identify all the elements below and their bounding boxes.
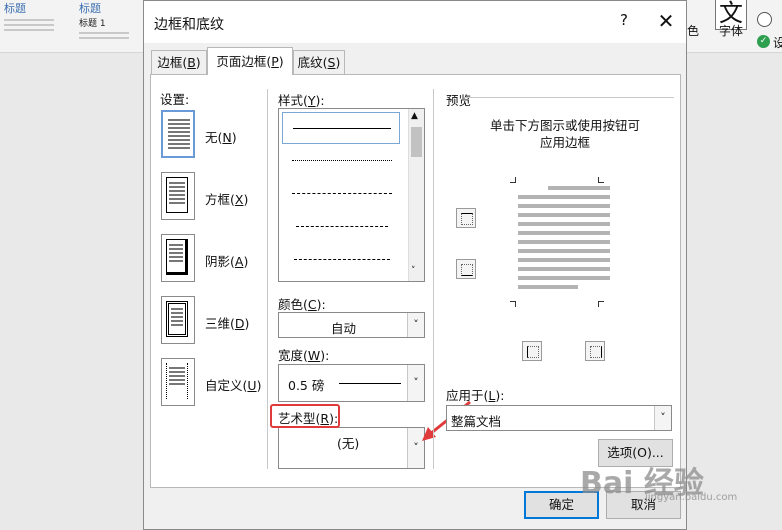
tab-borders[interactable]: 边框(B) bbox=[151, 50, 207, 74]
divider-left bbox=[267, 89, 268, 469]
setting-custom-thumbnail[interactable] bbox=[161, 358, 195, 406]
setting-custom-label[interactable]: 自定义(U) bbox=[205, 375, 261, 394]
setting-none-thumbnail[interactable] bbox=[161, 110, 195, 158]
style-gallery-item[interactable]: 标题 标题 1 bbox=[75, 0, 133, 50]
radio-icon[interactable] bbox=[757, 12, 772, 27]
tab-label: 边框 bbox=[157, 55, 183, 70]
dialog-title: 边框和底纹 bbox=[154, 17, 224, 33]
apply-to-label: 应用于(L): bbox=[446, 388, 505, 403]
borders-and-shading-dialog: 边框和底纹 ? ✕ 边框(B) 页面边框(P) 底纹(S) 设置: 无(N) 方… bbox=[143, 0, 687, 530]
apply-to-value: 整篇文档 bbox=[451, 414, 502, 429]
setting-box-label[interactable]: 方框(X) bbox=[205, 189, 248, 208]
tab-key: B bbox=[187, 55, 196, 70]
line-style-fine-dash[interactable] bbox=[282, 178, 400, 210]
chevron-down-icon[interactable]: ˅ bbox=[654, 406, 671, 430]
tab-page-border[interactable]: 页面边框(P) bbox=[207, 47, 293, 75]
preview-heading: 预览 bbox=[446, 93, 472, 108]
dialog-titlebar: 边框和底纹 ? ✕ bbox=[144, 1, 686, 43]
doc-heading: 标题 1 bbox=[79, 19, 106, 29]
chevron-down-icon[interactable]: ˅ bbox=[407, 365, 424, 401]
preview-heading-rule bbox=[464, 97, 674, 98]
style-label: 样式(Y): bbox=[278, 93, 325, 108]
color-dropdown[interactable]: 自动 ˅ bbox=[278, 312, 425, 338]
setting-none-label[interactable]: 无(N) bbox=[205, 127, 237, 146]
style-name: 标题 bbox=[4, 2, 26, 15]
art-dropdown[interactable]: (无) ˅ bbox=[278, 427, 425, 469]
preview-page[interactable] bbox=[510, 177, 610, 307]
font-label[interactable]: 字体 bbox=[719, 22, 743, 39]
tab-label: 页面边框 bbox=[216, 54, 267, 69]
line-style-dash[interactable] bbox=[282, 211, 400, 243]
tab-shading[interactable]: 底纹(S) bbox=[293, 50, 345, 74]
style-list-scrollbar[interactable]: ▲ ˅ bbox=[408, 109, 424, 281]
width-line-sample bbox=[339, 383, 401, 384]
chevron-down-icon[interactable]: ˅ bbox=[407, 313, 424, 337]
line-style-list[interactable]: ▲ ˅ bbox=[278, 108, 425, 282]
left-border-button[interactable] bbox=[522, 341, 542, 361]
art-value: (无) bbox=[337, 436, 360, 451]
line-style-solid[interactable] bbox=[282, 112, 400, 144]
width-label: 宽度(W): bbox=[278, 348, 330, 363]
check-label: 设 bbox=[773, 36, 782, 50]
close-icon[interactable]: ✕ bbox=[654, 9, 678, 33]
width-dropdown[interactable]: 0.5 磅 ˅ bbox=[278, 364, 425, 402]
tab-label: 底纹 bbox=[297, 55, 323, 70]
tab-key: S bbox=[327, 55, 336, 70]
watermark-url: jingyan.baidu.com bbox=[645, 492, 738, 503]
check-icon: ✓ bbox=[757, 35, 770, 48]
settings-heading: 设置: bbox=[160, 92, 190, 107]
scrollbar-thumb[interactable] bbox=[411, 127, 422, 157]
ribbon-right-fragment: 文 色 字体 ✓ 设 bbox=[687, 0, 782, 52]
setting-shadow-label[interactable]: 阴影(A) bbox=[205, 251, 248, 270]
style-name: 标题 bbox=[79, 2, 101, 15]
style-gallery-item[interactable]: 标题 bbox=[0, 0, 58, 50]
setting-3d-thumbnail[interactable] bbox=[161, 296, 195, 344]
annotation-highlight-box bbox=[270, 404, 340, 428]
scroll-up-icon[interactable]: ▲ bbox=[411, 111, 418, 121]
color-value: 自动 bbox=[331, 321, 357, 336]
apply-to-dropdown[interactable]: 整篇文档 ˅ bbox=[446, 405, 672, 431]
width-value: 0.5 磅 bbox=[288, 378, 325, 393]
right-border-button[interactable] bbox=[585, 341, 605, 361]
bottom-border-button[interactable] bbox=[456, 259, 476, 279]
line-style-dash-dot[interactable] bbox=[282, 244, 400, 276]
scroll-down-icon[interactable]: ˅ bbox=[411, 266, 416, 276]
line-style-dotted[interactable] bbox=[282, 145, 400, 177]
divider-middle bbox=[433, 89, 434, 469]
setting-shadow-thumbnail[interactable] bbox=[161, 234, 195, 282]
color-label: 颜色(C): bbox=[278, 297, 326, 312]
color-label: 色 bbox=[687, 24, 700, 38]
preview-hint-line2: 应用边框 bbox=[540, 135, 591, 150]
setting-box-thumbnail[interactable] bbox=[161, 172, 195, 220]
tab-key: P bbox=[271, 54, 279, 69]
top-border-button[interactable] bbox=[456, 208, 476, 228]
setting-3d-label[interactable]: 三维(D) bbox=[205, 313, 249, 332]
help-button[interactable]: ? bbox=[614, 11, 634, 33]
